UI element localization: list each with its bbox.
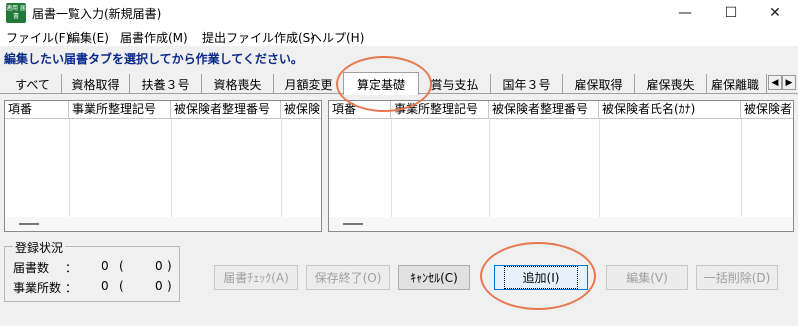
status-paren-open: ( — [119, 279, 124, 293]
registration-status-group: 登録状況 届書数 ： 0 ( 0 ) 事業所数 ： 0 ( 0 ) — [4, 239, 180, 302]
cancel-button[interactable]: ｷｬﾝｾﾙ(C) — [398, 265, 470, 290]
column-divider — [391, 119, 392, 217]
status-paren-open: ( — [119, 259, 124, 273]
status-colon: ： — [65, 261, 78, 275]
left-list-grid[interactable]: 項番 事業所整理記号 被保険者整理番号 被保険 — [4, 100, 322, 232]
tab-koho-shutoku[interactable]: 雇保取得 — [563, 74, 635, 94]
menu-bar: ファイル(F) 編集(E) 届書作成(M) 提出ファイル作成(S) ヘルプ(H) — [0, 26, 798, 46]
window-title: 届書一覧入力(新規届書) — [32, 7, 162, 21]
column-header[interactable]: 事業所整理記号 — [391, 101, 489, 119]
status-notices-count: 0 — [101, 259, 109, 273]
close-button[interactable]: ✕ — [752, 0, 798, 26]
column-divider — [599, 119, 600, 217]
tab-koho-soushitsu[interactable]: 雇保喪失 — [635, 74, 707, 94]
column-header[interactable]: 被保険 — [281, 101, 321, 119]
column-header[interactable]: 被保険者整理番号 — [171, 101, 281, 119]
scrollbar-thumb[interactable] — [343, 223, 363, 225]
app-icon: 適用 届書 — [6, 3, 26, 23]
status-colon: ： — [65, 281, 78, 295]
right-grid-header: 項番 事業所整理記号 被保険者整理番号 被保険者氏名(ｶﾅ) 被保険者 — [329, 101, 793, 119]
status-label-offices: 事業所数 — [13, 281, 62, 295]
tab-kokunen-3gou[interactable]: 国年３号 — [491, 74, 563, 94]
menu-file[interactable]: ファイル(F) — [6, 29, 70, 46]
status-offices-value: 0 — [155, 279, 163, 293]
column-divider — [171, 119, 172, 217]
bulk-delete-button[interactable]: 一括削除(D) — [696, 265, 778, 290]
menu-submit-file[interactable]: 提出ファイル作成(S) — [202, 29, 315, 46]
status-title: 登録状況 — [13, 239, 66, 256]
column-header[interactable]: 被保険者氏名(ｶﾅ) — [599, 101, 741, 119]
instruction-text: 編集したい届書タブを選択してから作業してください。 — [4, 52, 303, 66]
tab-shikaku-soushitsu[interactable]: 資格喪失 — [202, 74, 274, 94]
tab-koho-rishoku[interactable]: 雇保離職 — [707, 74, 767, 94]
tab-scroll-right-icon[interactable]: ▶ — [782, 75, 796, 90]
column-header[interactable]: 項番 — [5, 101, 69, 119]
edit-button[interactable]: 編集(V) — [606, 265, 688, 290]
status-paren-close: ) — [167, 279, 172, 293]
title-bar: 適用 届書 届書一覧入力(新規届書) — ☐ ✕ — [0, 0, 798, 26]
add-button[interactable]: 追加(I) — [494, 265, 588, 290]
right-list-grid[interactable]: 項番 事業所整理記号 被保険者整理番号 被保険者氏名(ｶﾅ) 被保険者 — [328, 100, 794, 232]
add-button-label: 追加(I) — [503, 266, 579, 289]
left-grid-header: 項番 事業所整理記号 被保険者整理番号 被保険 — [5, 101, 321, 119]
scrollbar-thumb[interactable] — [19, 223, 39, 225]
status-offices-count: 0 — [101, 279, 109, 293]
tab-all[interactable]: すべて — [4, 74, 62, 94]
column-header[interactable]: 事業所整理記号 — [69, 101, 171, 119]
tab-getsugaku-henkou[interactable]: 月額変更 — [274, 74, 344, 94]
menu-help[interactable]: ヘルプ(H) — [310, 29, 364, 46]
status-paren-close: ) — [167, 259, 172, 273]
tab-fuyou-3gou[interactable]: 扶養３号 — [130, 74, 202, 94]
tab-scroll-left-icon[interactable]: ◀ — [768, 75, 782, 90]
column-divider — [69, 119, 70, 217]
column-header[interactable]: 被保険者整理番号 — [489, 101, 599, 119]
status-notices-value: 0 — [155, 259, 163, 273]
minimize-button[interactable]: — — [662, 0, 708, 26]
left-grid-scrollbar[interactable] — [5, 217, 321, 231]
status-label-notices: 届書数 — [13, 261, 50, 275]
save-end-button[interactable]: 保存終了(O) — [306, 265, 390, 290]
menu-create[interactable]: 届書作成(M) — [120, 29, 188, 46]
menu-edit[interactable]: 編集(E) — [68, 29, 109, 46]
column-divider — [281, 119, 282, 217]
tab-shikaku-shutoku[interactable]: 資格取得 — [62, 74, 130, 94]
column-divider — [489, 119, 490, 217]
column-header[interactable]: 項番 — [329, 101, 391, 119]
check-notices-button[interactable]: 届書ﾁｪｯｸ(A) — [214, 265, 298, 290]
right-grid-scrollbar[interactable] — [329, 217, 793, 231]
tab-strip: すべて 資格取得 扶養３号 資格喪失 月額変更 算定基礎 賞与支払 国年３号 雇… — [0, 72, 798, 95]
column-header[interactable]: 被保険者 — [741, 101, 793, 119]
maximize-button[interactable]: ☐ — [708, 0, 754, 26]
column-divider — [741, 119, 742, 217]
tab-shouyo-shiharai[interactable]: 賞与支払 — [419, 74, 491, 94]
tab-santei-kiso[interactable]: 算定基礎 — [343, 72, 419, 95]
